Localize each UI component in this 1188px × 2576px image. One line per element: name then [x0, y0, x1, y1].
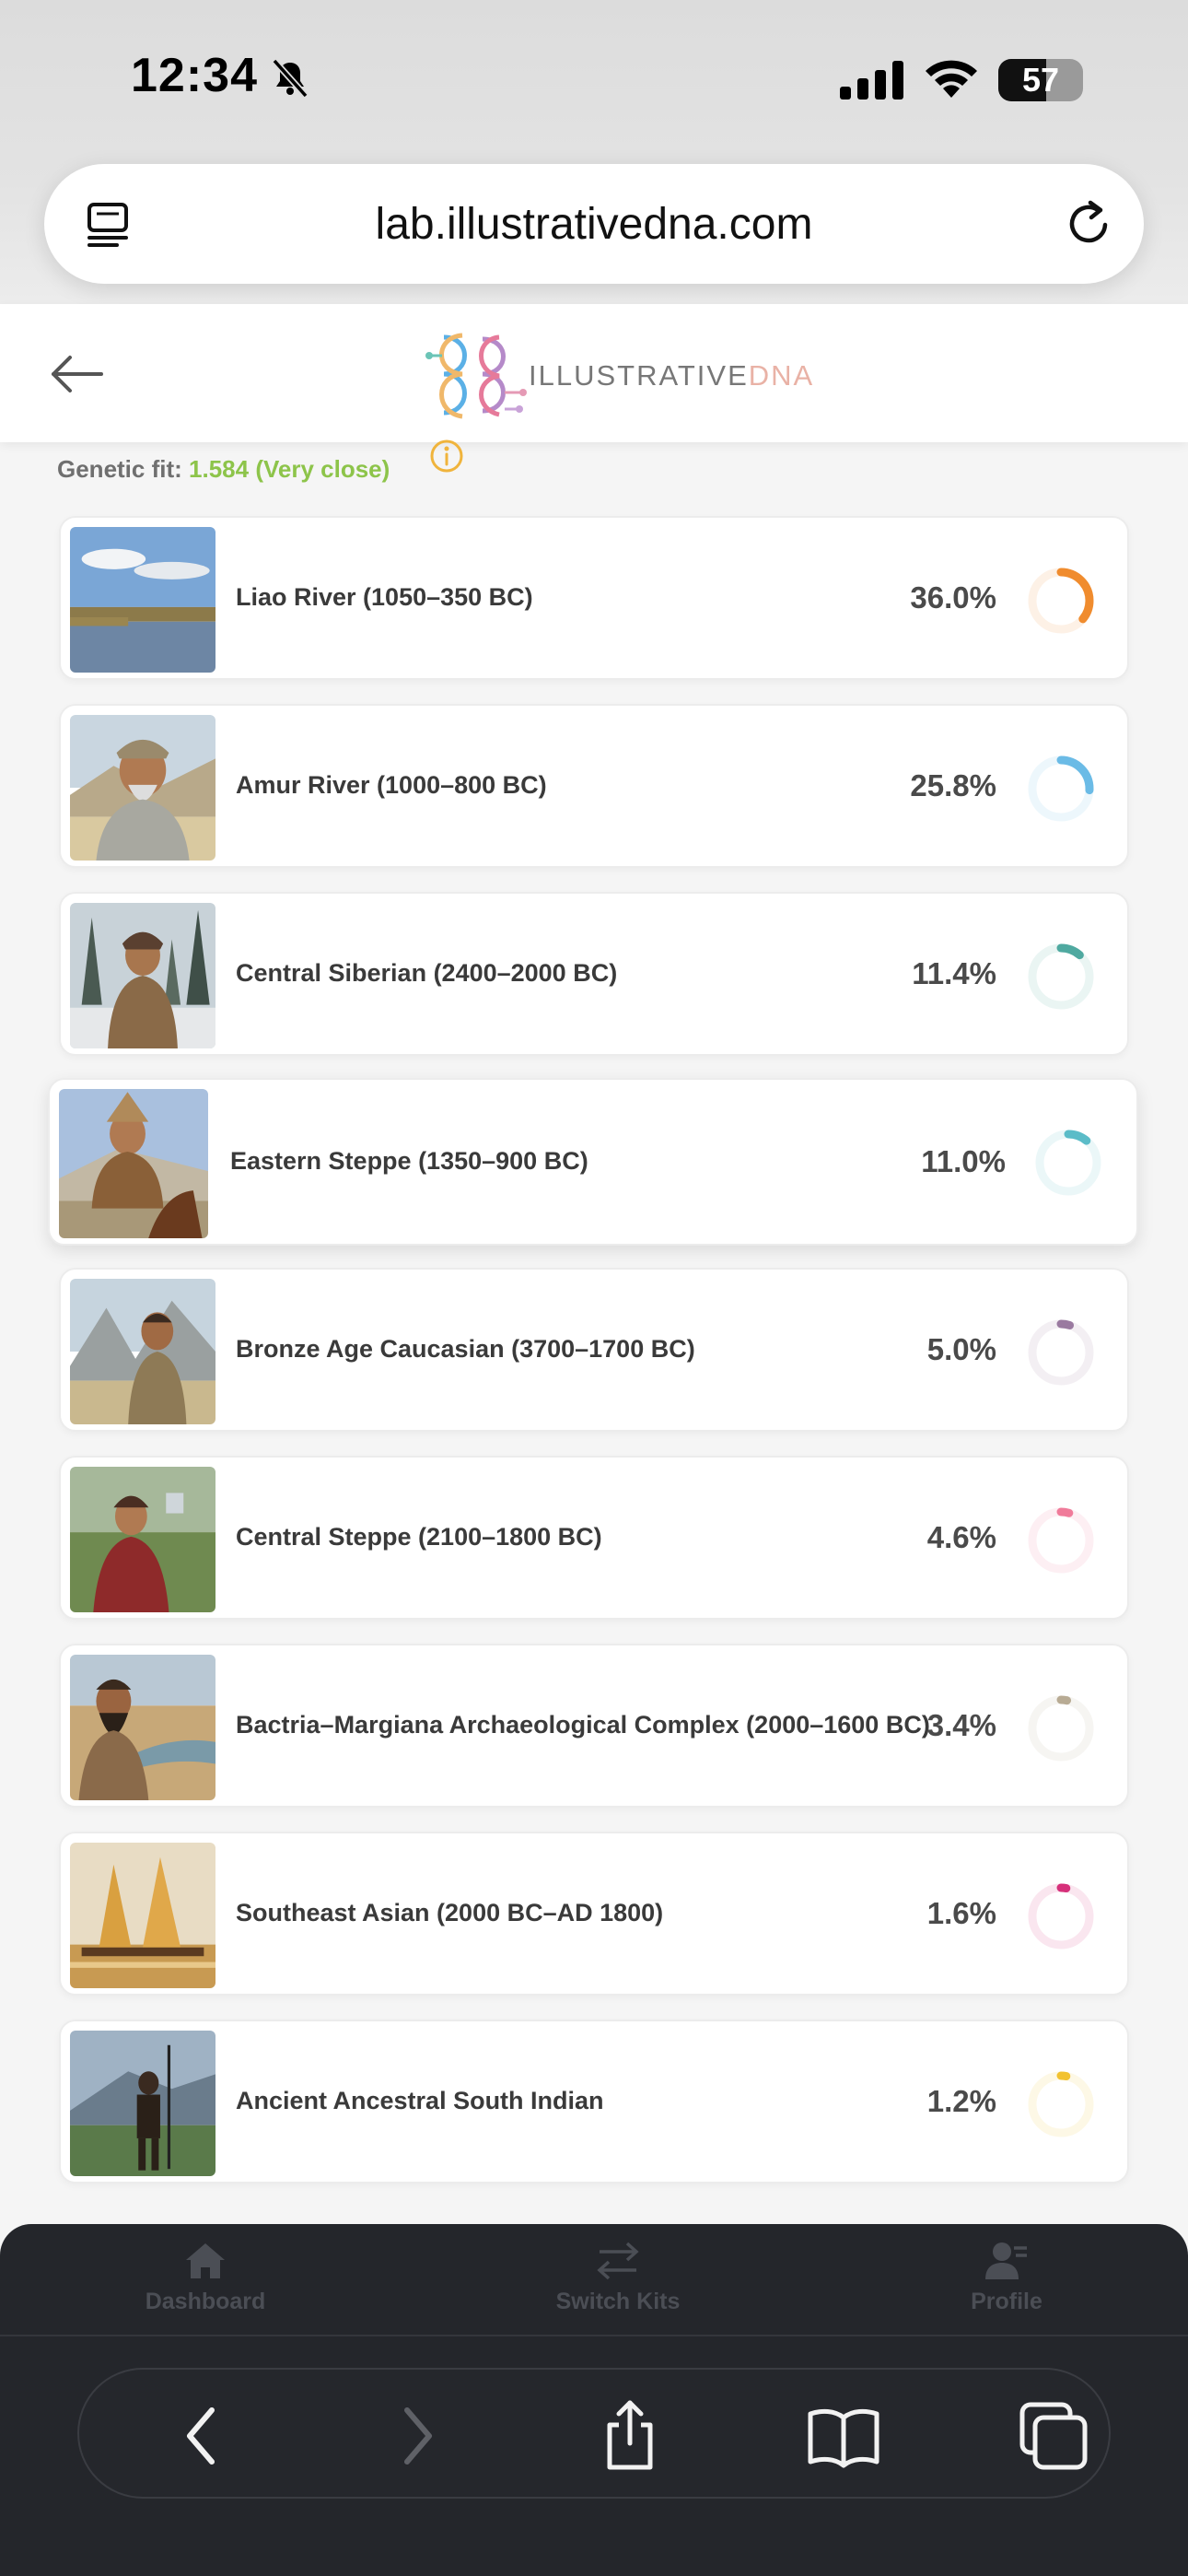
ancestry-card[interactable]: Central Steppe (2100–1800 BC) 4.6%	[59, 1456, 1129, 1620]
percent-donut-chart	[1028, 568, 1094, 634]
ancestry-name: Eastern Steppe (1350–900 BC)	[230, 1147, 588, 1176]
ancestry-percent: 11.0%	[921, 1144, 1006, 1178]
bookmarks-icon	[808, 2408, 879, 2468]
forward-icon	[404, 2407, 432, 2465]
ancestry-percent: 4.6%	[926, 1520, 996, 1554]
percent-donut-chart	[1028, 1507, 1094, 1574]
ancestry-percent: 36.0%	[910, 580, 996, 615]
ancestry-thumbnail	[70, 1279, 215, 1424]
browser-forward-button[interactable]	[378, 2397, 455, 2475]
ancestry-card[interactable]: Central Siberian (2400–2000 BC) 11.4%	[59, 892, 1129, 1056]
battery-tip	[1077, 72, 1083, 88]
percent-donut-chart	[1028, 1883, 1094, 1950]
ancestry-thumbnail	[70, 2031, 215, 2176]
url-text[interactable]: lab.illustrativedna.com	[44, 164, 1144, 284]
ancestry-percent: 5.0%	[926, 1332, 996, 1366]
tab-dashboard[interactable]: Dashboard	[104, 2241, 307, 2324]
dna-logo-icon	[425, 333, 527, 419]
browser-top-chrome: 12:34 57 lab.illustrativedna.com	[0, 0, 1188, 304]
ancestry-percent: 1.6%	[926, 1896, 996, 1930]
reload-icon[interactable]	[1063, 197, 1116, 251]
ancestry-name: Bronze Age Caucasian (3700–1700 BC)	[236, 1335, 695, 1364]
user-profile-icon	[985, 2242, 1027, 2279]
ancestry-percent: 25.8%	[910, 768, 996, 802]
ancestry-thumbnail	[70, 1843, 215, 1988]
donut-track	[1028, 1319, 1094, 1386]
ancestry-card[interactable]: Liao River (1050–350 BC) 36.0%	[59, 516, 1129, 680]
browser-back-button[interactable]	[164, 2397, 241, 2475]
tabs-icon	[1019, 2402, 1088, 2470]
ancestry-thumbnail	[70, 1655, 215, 1800]
ancestry-percent: 11.4%	[912, 956, 996, 990]
ancestry-name: Ancient Ancestral South Indian	[236, 2087, 604, 2115]
battery-percent: 57	[1021, 61, 1060, 99]
percent-donut-chart	[1028, 755, 1094, 822]
battery-icon: 57	[998, 59, 1083, 101]
bell-slash-icon	[272, 58, 309, 99]
ancestry-name: Bactria–Margiana Archaeological Complex …	[236, 1711, 930, 1739]
percent-donut-chart	[1028, 1319, 1094, 1386]
app-tab-bar: Dashboard Switch Kits Profile	[0, 2224, 1188, 2335]
genetic-fit: Genetic fit: 1.584 (Very close)	[57, 455, 390, 486]
toolbar-divider	[0, 2335, 1188, 2336]
percent-donut-chart	[1028, 1695, 1094, 1762]
ancestry-name: Central Steppe (2100–1800 BC)	[236, 1523, 602, 1551]
ancestry-name: Amur River (1000–800 BC)	[236, 771, 547, 800]
logo-text-main: ILLUSTRATIVE	[529, 359, 749, 392]
genetic-fit-value: 1.584 (Very close)	[189, 455, 390, 483]
status-bar: 12:34 57	[0, 0, 1188, 157]
toolbar-pill	[77, 2368, 1111, 2499]
status-time: 12:34	[131, 49, 258, 102]
info-icon[interactable]	[429, 439, 464, 474]
ancestry-thumbnail	[59, 1089, 208, 1238]
donut-track	[1028, 1695, 1094, 1762]
tab-switch-kits-label: Switch Kits	[555, 2289, 681, 2314]
ancestry-card[interactable]: Amur River (1000–800 BC) 25.8%	[59, 704, 1129, 868]
share-icon	[607, 2400, 653, 2470]
ancestry-thumbnail	[70, 527, 215, 673]
ancestry-thumbnail	[70, 903, 215, 1048]
tab-switch-kits[interactable]: Switch Kits	[517, 2241, 719, 2324]
bookmarks-button[interactable]	[805, 2397, 882, 2475]
switch-arrows-icon	[597, 2242, 639, 2280]
tab-dashboard-label: Dashboard	[145, 2289, 266, 2314]
donut-track	[1028, 2071, 1094, 2137]
ancestry-name: Southeast Asian (2000 BC–AD 1800)	[236, 1899, 664, 1927]
ancestry-card[interactable]: Bronze Age Caucasian (3700–1700 BC) 5.0%	[59, 1268, 1129, 1432]
donut-track	[1028, 1507, 1094, 1574]
address-bar[interactable]: lab.illustrativedna.com	[44, 164, 1144, 284]
percent-donut-chart	[1028, 943, 1094, 1010]
ancestry-name: Liao River (1050–350 BC)	[236, 583, 533, 612]
back-icon	[187, 2407, 215, 2465]
back-arrow-icon[interactable]	[50, 354, 105, 394]
donut-track	[1028, 1883, 1094, 1950]
home-icon	[186, 2243, 225, 2278]
ancestry-card[interactable]: Southeast Asian (2000 BC–AD 1800) 1.6%	[59, 1832, 1129, 1996]
logo-text-accent: DNA	[748, 359, 815, 392]
wifi-icon	[926, 60, 977, 98]
ancestry-card[interactable]: Ancient Ancestral South Indian 1.2%	[59, 2020, 1129, 2184]
ancestry-card[interactable]: Bactria–Margiana Archaeological Complex …	[59, 1644, 1129, 1808]
signal-icon	[840, 61, 903, 100]
app-header: ILLUSTRATIVEDNA	[0, 304, 1188, 442]
tab-profile-label: Profile	[971, 2289, 1042, 2314]
ancestry-percent: 1.2%	[926, 2084, 996, 2118]
ancestry-percent: 3.4%	[926, 1708, 996, 1742]
tab-profile[interactable]: Profile	[905, 2241, 1108, 2324]
ancestry-thumbnail	[70, 715, 215, 861]
ancestry-name: Central Siberian (2400–2000 BC)	[236, 959, 618, 988]
logo-text: ILLUSTRATIVEDNA	[529, 359, 814, 400]
tabs-button[interactable]	[1015, 2397, 1092, 2475]
ancestry-card[interactable]: Eastern Steppe (1350–900 BC) 11.0%	[48, 1078, 1138, 1246]
share-button[interactable]	[591, 2397, 669, 2475]
percent-donut-chart	[1035, 1130, 1101, 1196]
ancestry-thumbnail	[70, 1467, 215, 1612]
browser-bottom-toolbar	[0, 2335, 1188, 2576]
genetic-fit-label: Genetic fit:	[57, 455, 182, 483]
percent-donut-chart	[1028, 2071, 1094, 2137]
